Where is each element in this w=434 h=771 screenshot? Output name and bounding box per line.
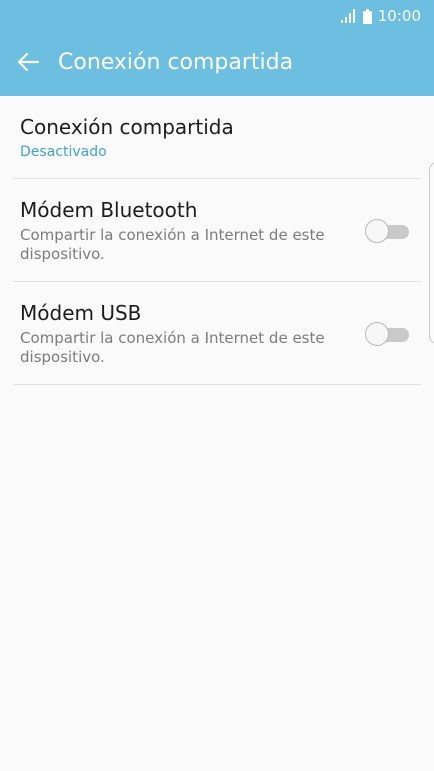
toolbar: Conexión compartida xyxy=(0,38,434,88)
usb-modem-title: Módem USB xyxy=(20,301,142,325)
bluetooth-modem-toggle[interactable] xyxy=(365,219,411,243)
bluetooth-modem-description: Compartir la conexión a Internet de este… xyxy=(20,226,325,263)
usb-modem-toggle[interactable] xyxy=(365,322,411,346)
toggle-thumb xyxy=(365,219,389,243)
status-indicators: 10:00 xyxy=(340,6,421,26)
bluetooth-modem-setting[interactable]: Módem Bluetooth Compartir la conexión a … xyxy=(13,179,421,282)
status-time: 10:00 xyxy=(377,7,421,25)
signal-icon xyxy=(340,9,357,23)
app-bar: 10:00 Conexión compartida xyxy=(0,0,434,96)
settings-list: Conexión compartida Desactivado Módem Bl… xyxy=(0,96,434,385)
page-title: Conexión compartida xyxy=(58,50,294,75)
bluetooth-modem-title: Módem Bluetooth xyxy=(20,198,198,222)
battery-icon xyxy=(362,8,372,24)
usb-modem-setting[interactable]: Módem USB Compartir la conexión a Intern… xyxy=(13,282,421,385)
toggle-thumb xyxy=(365,322,389,346)
edge-panel-handle[interactable] xyxy=(429,162,434,344)
tethering-status: Desactivado xyxy=(20,144,107,160)
usb-modem-description: Compartir la conexión a Internet de este… xyxy=(20,329,325,366)
tethering-setting[interactable]: Conexión compartida Desactivado xyxy=(13,96,421,179)
arrow-left-icon xyxy=(17,52,40,75)
back-button[interactable] xyxy=(8,44,48,84)
phone-screen: 10:00 Conexión compartida Conexión compa… xyxy=(0,0,434,771)
tethering-title: Conexión compartida xyxy=(20,115,234,139)
status-bar: 10:00 xyxy=(0,0,434,32)
